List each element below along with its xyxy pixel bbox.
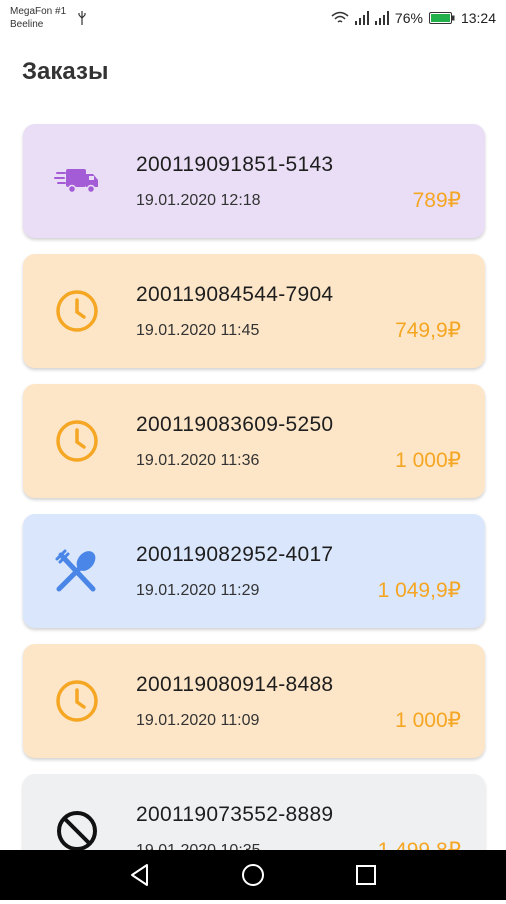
- order-price: 1 000₽: [395, 709, 461, 732]
- order-price: 1 049,9₽: [377, 579, 461, 602]
- home-icon[interactable]: [240, 862, 266, 888]
- order-card[interactable]: 200119084544-7904 19.01.2020 11:45 749,9…: [23, 254, 485, 368]
- order-date: 19.01.2020 11:36: [136, 452, 260, 469]
- clock-icon: [56, 680, 98, 722]
- order-price: 749,9₽: [395, 319, 461, 342]
- battery-icon: [428, 12, 455, 24]
- clock-icon: [56, 290, 98, 332]
- navigation-bar: [0, 850, 506, 900]
- wifi-icon: [331, 11, 349, 23]
- page-title: Заказы: [22, 58, 109, 85]
- fork-spoon-icon: [55, 549, 96, 592]
- order-id: 200119083609-5250: [136, 413, 334, 436]
- carrier-1: MegaFon #1: [10, 6, 67, 17]
- order-date: 19.01.2020 12:18: [136, 192, 261, 209]
- recents-icon[interactable]: [353, 862, 379, 888]
- signal-icon-1: [354, 11, 369, 25]
- back-icon[interactable]: [127, 862, 153, 888]
- clock-time: 13:24: [460, 10, 496, 26]
- carrier-2: Beeline: [10, 19, 44, 30]
- order-id: 200119084544-7904: [136, 283, 334, 306]
- signal-icon-2: [374, 11, 389, 25]
- battery-percent: 76%: [394, 10, 423, 26]
- order-card[interactable]: 200119080914-8488 19.01.2020 11:09 1 000…: [23, 644, 485, 758]
- order-card[interactable]: 200119091851-5143 19.01.2020 12:18 789₽: [23, 124, 485, 238]
- order-date: 19.01.2020 11:45: [136, 322, 260, 339]
- status-bar: MegaFon #1 Beeline 76% 13:24: [0, 0, 506, 36]
- order-date: 19.01.2020 11:29: [136, 582, 260, 599]
- cancelled-icon: [57, 811, 97, 851]
- order-id: 200119082952-4017: [136, 543, 334, 566]
- clock-icon: [56, 420, 98, 462]
- order-id: 200119073552-8889: [136, 803, 334, 826]
- order-price: 789₽: [412, 189, 461, 212]
- truck-icon: [54, 169, 98, 194]
- status-indicators: 76% 13:24: [331, 8, 496, 28]
- order-card[interactable]: 200119083609-5250 19.01.2020 11:36 1 000…: [23, 384, 485, 498]
- order-card[interactable]: 200119082952-4017 19.01.2020 11:29 1 049…: [23, 514, 485, 628]
- order-price: 1 000₽: [395, 449, 461, 472]
- usb-icon: [78, 11, 86, 25]
- order-id: 200119091851-5143: [136, 153, 334, 176]
- order-id: 200119080914-8488: [136, 673, 334, 696]
- carrier-info: MegaFon #1 Beeline: [10, 5, 66, 31]
- orders-list: 200119091851-5143 19.01.2020 12:18 789₽ …: [23, 124, 485, 904]
- order-date: 19.01.2020 11:09: [136, 712, 260, 729]
